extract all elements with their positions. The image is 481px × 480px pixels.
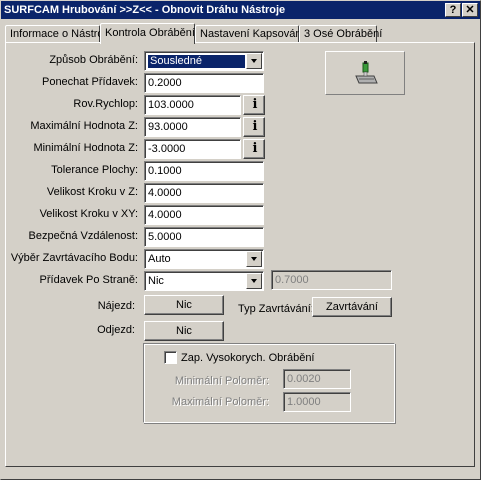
info-icon: i [252,119,258,134]
tolerance-input[interactable]: 0.1000 [144,161,264,181]
odjezd-label: Odjezd: [97,324,135,336]
min-z-label: Minimální Hodnota Z: [33,142,138,154]
chevron-down-icon[interactable] [246,273,262,289]
min-polomer-label: Minimální Poloměr: [174,375,269,387]
hsm-checkbox-label[interactable]: Zap. Vysokorych. Obrábění [181,351,315,365]
max-z-label: Maximální Hodnota Z: [30,120,138,132]
zpusob-label: Způsob Obrábění: [49,54,138,66]
pridavek-label: Ponechat Přídavek: [41,76,138,88]
tool-preview-icon [355,61,378,84]
hsm-checkbox[interactable] [164,351,177,364]
tab-informace-o-nastroji[interactable]: Informace o Nástroji [5,25,108,43]
help-button[interactable]: ? [445,3,461,17]
chevron-down-icon[interactable] [246,53,262,69]
tab-nastaveni-kapsovani[interactable]: Nastavení Kapsování [195,25,305,43]
max-z-info-button[interactable]: i [243,117,265,137]
zpusob-select[interactable]: Sousledné [144,51,264,71]
zavrt-bod-value: Auto [148,253,171,265]
title-bar[interactable]: SURFCAM Hrubování >>Z<< - Obnovit Dráhu … [1,1,480,19]
tool-preview-box [325,51,405,95]
window-title: SURFCAM Hrubování >>Z<< - Obnovit Dráhu … [4,4,286,16]
max-polomer-label: Maximální Poloměr: [171,396,269,408]
min-polomer-input: 0.0020 [283,369,351,389]
odjezd-button[interactable]: Nic [144,321,224,341]
krok-z-input[interactable]: 4.0000 [144,183,264,203]
tab-3-ose-obrabeni[interactable]: 3 Osé Obrábění [299,25,382,43]
zpusob-value: Sousledné [148,55,245,68]
rovrychlop-input[interactable]: 103.0000 [144,95,241,115]
rovrychlop-info-button[interactable]: i [243,95,265,115]
bezpecna-label: Bezpečná Vzdálenost: [28,230,138,242]
dialog-window: SURFCAM Hrubování >>Z<< - Obnovit Dráhu … [0,0,481,480]
krok-z-label: Velikost Kroku v Z: [46,186,138,198]
pridavek-strane-extra-input: 0.7000 [271,270,392,290]
pridavek-strane-select[interactable]: Nic [144,271,264,291]
zavrt-bod-select[interactable]: Auto [144,249,264,269]
tab-kontrola-obrabeni[interactable]: Kontrola Obrábění [100,23,195,44]
bezpecna-input[interactable]: 5.0000 [144,227,264,247]
krok-xy-label: Velikost Kroku v XY: [39,208,138,220]
pridavek-input[interactable]: 0.2000 [144,73,264,93]
pridavek-strane-value: Nic [148,275,164,287]
tolerance-label: Tolerance Plochy: [51,164,138,176]
info-icon: i [252,97,258,112]
min-z-input[interactable]: -3.0000 [144,139,241,159]
typ-zavrt-label: Typ Zavrtávání: [238,303,314,315]
zavrt-bod-label: Výběr Zavrtávacího Bodu: [10,252,138,264]
krok-xy-input[interactable]: 4.0000 [144,205,264,225]
close-button[interactable]: ✕ [462,3,478,17]
max-polomer-input: 1.0000 [283,392,351,412]
najezd-button[interactable]: Nic [144,295,224,315]
min-z-info-button[interactable]: i [243,139,265,159]
chevron-down-icon[interactable] [246,251,262,267]
info-icon: i [252,141,258,156]
typ-zavrt-button[interactable]: Zavrtávání [312,297,392,317]
najezd-label: Nájezd: [97,300,135,312]
max-z-input[interactable]: 93.0000 [144,117,241,137]
rovrychlop-label: Rov.Rychlop: [73,98,138,110]
pridavek-strane-label: Přídavek Po Straně: [39,274,138,286]
